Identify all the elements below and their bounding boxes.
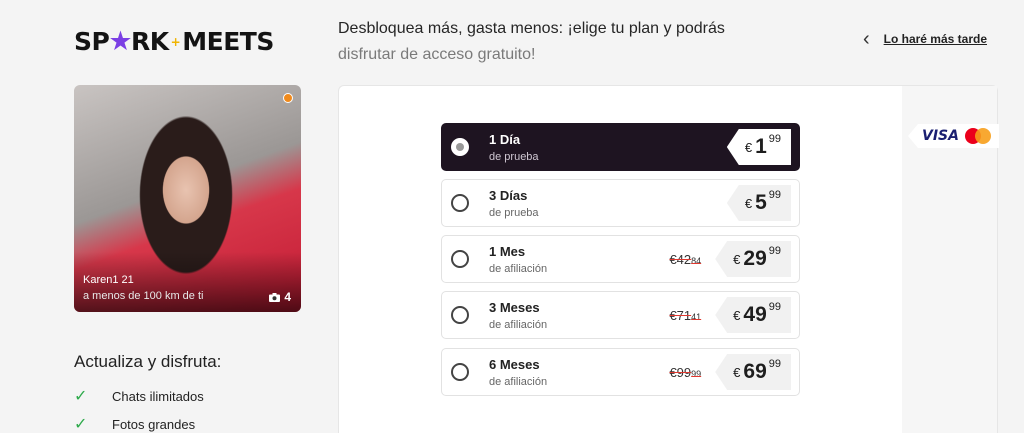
price-tag: €5 99 bbox=[726, 185, 791, 221]
radio-button[interactable] bbox=[451, 250, 469, 268]
price-whole: 1 bbox=[755, 135, 767, 158]
old-price-cents: 41 bbox=[691, 311, 702, 322]
price-whole: 69 bbox=[743, 360, 767, 383]
logo-text-meets: MEETS bbox=[182, 27, 274, 56]
radio-button[interactable] bbox=[451, 194, 469, 212]
old-price-whole: €42 bbox=[669, 251, 692, 267]
old-price-cents: 84 bbox=[691, 255, 702, 266]
plan-subtitle: de prueba bbox=[489, 150, 539, 163]
logo-star-icon: ★ bbox=[108, 26, 133, 57]
plan-option-3-days[interactable]: 3 Días de prueba €5 99 bbox=[441, 179, 800, 227]
sparkmeets-logo: SP ★ RK + MEETS bbox=[74, 26, 274, 57]
chevron-left-icon[interactable]: ‹ bbox=[863, 29, 870, 49]
price-cents: 99 bbox=[768, 189, 781, 201]
plan-title: 3 Días bbox=[489, 187, 528, 203]
plan-title: 1 Mes bbox=[489, 243, 526, 259]
plan-title: 3 Meses bbox=[489, 299, 540, 315]
logo-text-rk: RK bbox=[131, 27, 169, 56]
visa-logo: VISA bbox=[922, 128, 959, 144]
price-cents: 99 bbox=[768, 245, 781, 257]
headline-line-1: Desbloquea más, gasta menos: ¡elige tu p… bbox=[338, 20, 725, 37]
logo-text-sp: SP bbox=[74, 27, 110, 56]
profile-distance: a menos de 100 km de ti bbox=[83, 290, 204, 302]
currency-symbol: € bbox=[744, 139, 753, 155]
currency-symbol: € bbox=[733, 307, 741, 323]
skip-link-group[interactable]: ‹ Lo haré más tarde bbox=[863, 29, 987, 49]
currency-symbol: € bbox=[733, 364, 741, 380]
price-tag: €1 99 bbox=[726, 129, 791, 165]
plan-option-6-months[interactable]: 6 Meses de afiliación €9999 €69 99 bbox=[441, 348, 800, 396]
price-tag: €49 99 bbox=[715, 297, 791, 333]
online-status-dot bbox=[283, 93, 293, 103]
price-tag: €69 99 bbox=[715, 354, 791, 390]
headline-line-2: disfrutar de acceso gratuito! bbox=[338, 46, 536, 63]
feature-item: ✓ Fotos grandes bbox=[74, 414, 195, 433]
plan-title: 6 Meses bbox=[489, 356, 540, 372]
price-cents: 99 bbox=[768, 133, 781, 145]
upgrade-title: Actualiza y disfruta: bbox=[74, 352, 222, 371]
logo-plus-icon: + bbox=[170, 34, 181, 49]
old-price-whole: €99 bbox=[669, 364, 692, 380]
old-price-whole: €71 bbox=[669, 307, 692, 323]
price-whole: 5 bbox=[755, 191, 767, 214]
plan-option-3-months[interactable]: 3 Meses de afiliación €7141 €49 99 bbox=[441, 291, 800, 339]
price-tag: €29 99 bbox=[715, 241, 791, 277]
camera-icon bbox=[269, 292, 281, 302]
plan-subtitle: de afiliación bbox=[489, 375, 548, 388]
checkmark-icon: ✓ bbox=[74, 388, 88, 405]
price-whole: 49 bbox=[743, 303, 767, 326]
page-headline: Desbloquea más, gasta menos: ¡elige tu p… bbox=[338, 16, 808, 68]
price-whole: 29 bbox=[743, 247, 767, 270]
plan-subtitle: de prueba bbox=[489, 206, 539, 219]
feature-label: Chats ilimitados bbox=[112, 388, 204, 404]
checkmark-icon: ✓ bbox=[74, 416, 88, 433]
do-it-later-link[interactable]: Lo haré más tarde bbox=[884, 32, 987, 46]
plan-subtitle: de afiliación bbox=[489, 318, 548, 331]
feature-label: Fotos grandes bbox=[112, 416, 196, 432]
currency-symbol: € bbox=[744, 195, 753, 211]
currency-symbol: € bbox=[733, 251, 741, 267]
plan-option-1-month[interactable]: 1 Mes de afiliación €4284 €29 99 bbox=[441, 235, 800, 283]
old-price-cents: 99 bbox=[691, 368, 702, 379]
plan-title: 1 Día bbox=[489, 131, 521, 147]
profile-card[interactable]: Karen1 21 a menos de 100 km de ti 4 bbox=[74, 85, 301, 312]
old-price: €4284 bbox=[669, 252, 701, 267]
feature-item: ✓ Chats ilimitados bbox=[74, 386, 204, 406]
radio-button[interactable] bbox=[451, 138, 469, 156]
mastercard-icon bbox=[964, 128, 991, 144]
radio-button[interactable] bbox=[451, 306, 469, 324]
payment-methods: VISA bbox=[908, 124, 999, 148]
old-price: €7141 bbox=[669, 308, 701, 323]
price-cents: 99 bbox=[768, 358, 781, 370]
old-price: €9999 bbox=[669, 365, 701, 380]
radio-button[interactable] bbox=[451, 363, 469, 381]
photo-count[interactable]: 4 bbox=[269, 290, 291, 304]
price-cents: 99 bbox=[768, 301, 781, 313]
plan-option-1-day[interactable]: 1 Día de prueba €1 99 bbox=[441, 123, 800, 171]
photo-count-value: 4 bbox=[284, 290, 291, 304]
plan-subtitle: de afiliación bbox=[489, 262, 548, 275]
profile-name-age: Karen1 21 bbox=[83, 274, 134, 286]
